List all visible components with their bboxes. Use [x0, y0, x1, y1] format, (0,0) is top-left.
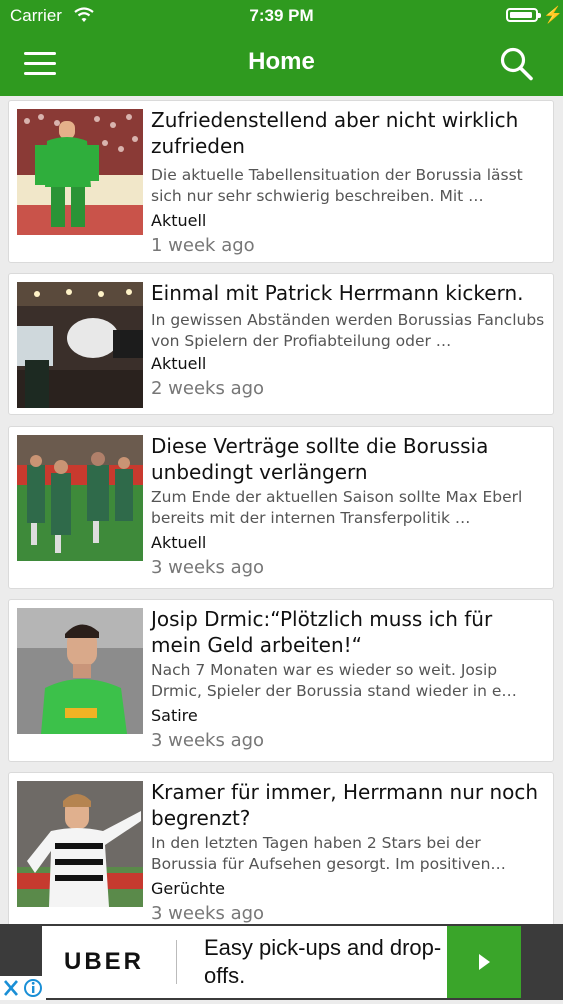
page-title: Home [248, 48, 315, 75]
article-thumbnail [17, 435, 143, 561]
article-age: 1 week ago [151, 235, 255, 256]
ad-choices[interactable] [0, 976, 46, 1000]
article-summary: Die aktuelle Tabellensituation der Borus… [151, 166, 523, 205]
ad-content[interactable]: UBER Easy pick-ups and drop-offs. [42, 926, 521, 998]
article-card[interactable]: Kramer für immer, Herrmann nur noch begr… [8, 772, 554, 932]
article-headline: Zufriedenstellend aber nicht wirklich zu… [151, 108, 519, 158]
ad-tagline: Easy pick-ups and drop-offs. [204, 935, 442, 988]
ad-brand: UBER [64, 948, 145, 975]
article-age: 3 weeks ago [151, 557, 265, 578]
charging-icon: ⚡ [543, 7, 563, 24]
battery-icon [506, 8, 541, 22]
article-card[interactable]: Einmal mit Patrick Herrmann kickern. In … [8, 273, 554, 415]
article-card[interactable]: Zufriedenstellend aber nicht wirklich zu… [8, 100, 554, 263]
article-age: 2 weeks ago [151, 378, 265, 399]
article-category: Satire [151, 706, 198, 725]
article-headline: Kramer für immer, Herrmann nur noch begr… [151, 780, 539, 830]
status-bar: Carrier 7:39 PM ⚡ [0, 0, 563, 32]
article-summary: In gewissen Abständen werden Borussias F… [151, 311, 545, 350]
article-age: 3 weeks ago [151, 730, 265, 751]
article-card[interactable]: Diese Verträge sollte die Borussia unbed… [8, 426, 554, 589]
article-age: 3 weeks ago [151, 903, 265, 924]
close-icon [4, 980, 18, 996]
article-category: Aktuell [151, 354, 207, 373]
play-arrow-icon [479, 954, 490, 970]
article-headline: Einmal mit Patrick Herrmann kickern. [151, 281, 524, 305]
article-thumbnail [17, 282, 143, 408]
search-icon[interactable] [498, 46, 534, 82]
article-headline: Josip Drmic:“Plötzlich muss ich für mein… [151, 607, 493, 657]
article-thumbnail [17, 781, 143, 907]
article-category: Gerüchte [151, 879, 226, 898]
article-category: Aktuell [151, 533, 207, 552]
article-summary: In den letzten Tagen haben 2 Stars bei d… [151, 834, 506, 873]
ad-cta-button[interactable] [447, 926, 521, 998]
article-summary: Zum Ende der aktuellen Saison sollte Max… [151, 488, 523, 527]
article-headline: Diese Verträge sollte die Borussia unbed… [151, 434, 489, 484]
article-summary: Nach 7 Monaten war es wieder so weit. Jo… [151, 661, 517, 700]
navigation-bar: Home [0, 32, 563, 96]
info-icon [24, 979, 42, 997]
ad-divider [176, 940, 177, 984]
article-card[interactable]: Josip Drmic:“Plötzlich muss ich für mein… [8, 599, 554, 762]
article-category: Aktuell [151, 211, 207, 230]
clock: 7:39 PM [249, 6, 314, 25]
article-thumbnail [17, 608, 143, 734]
ad-banner: UBER Easy pick-ups and drop-offs. [0, 924, 563, 1000]
article-thumbnail [17, 109, 143, 235]
